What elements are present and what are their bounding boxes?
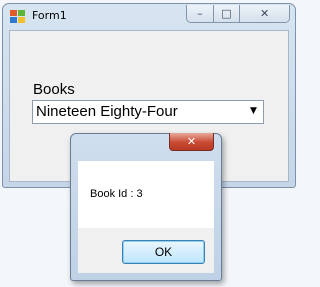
- window-title: Form1: [32, 9, 67, 22]
- close-icon: ✕: [186, 135, 197, 148]
- minimize-button[interactable]: –: [187, 5, 214, 22]
- maximize-button[interactable]: □: [213, 5, 241, 22]
- chevron-down-icon[interactable]: ▼: [250, 106, 257, 116]
- ok-button[interactable]: OK: [122, 240, 205, 264]
- close-window-button[interactable]: ✕: [240, 5, 289, 22]
- close-icon: ✕: [260, 7, 270, 20]
- books-combobox-value: Nineteen Eighty-Four: [36, 103, 178, 120]
- maximize-icon: □: [221, 7, 232, 20]
- window-caption-buttons: – □ ✕: [186, 5, 290, 23]
- books-label: Books: [33, 81, 75, 98]
- windows-form-icon: [10, 10, 25, 23]
- minimize-icon: –: [197, 7, 203, 20]
- dialog-close-button[interactable]: ✕: [169, 133, 214, 151]
- dialog-message: Book Id : 3: [90, 188, 143, 200]
